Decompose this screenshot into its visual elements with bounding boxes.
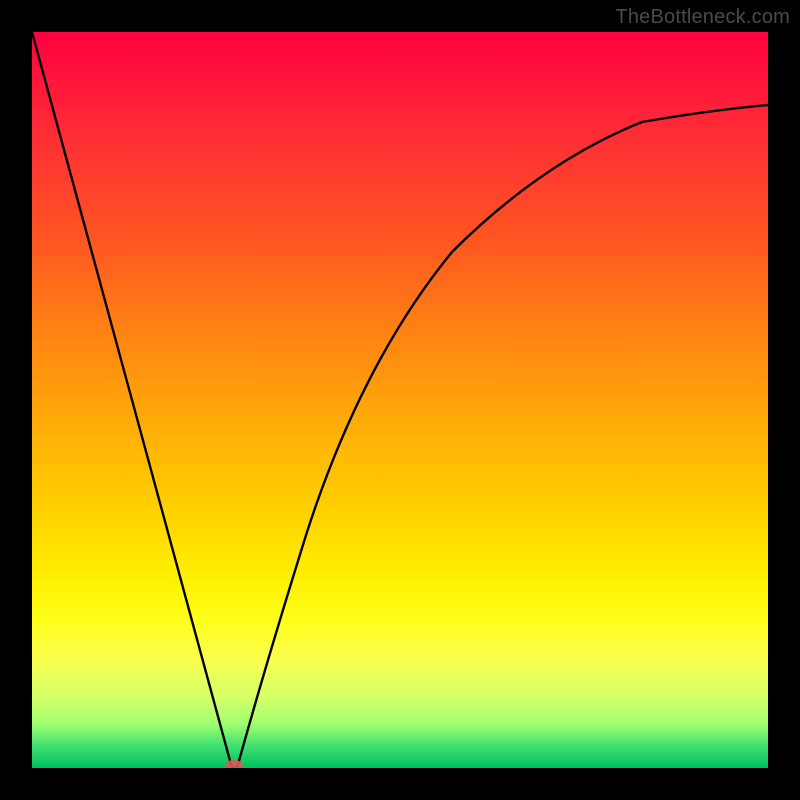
chart-frame: TheBottleneck.com: [0, 0, 800, 800]
watermark-text: TheBottleneck.com: [615, 6, 790, 29]
curve-layer: [32, 32, 768, 768]
bottleneck-curve: [32, 32, 768, 768]
plot-area: [32, 32, 768, 768]
minimum-marker: [225, 760, 243, 768]
